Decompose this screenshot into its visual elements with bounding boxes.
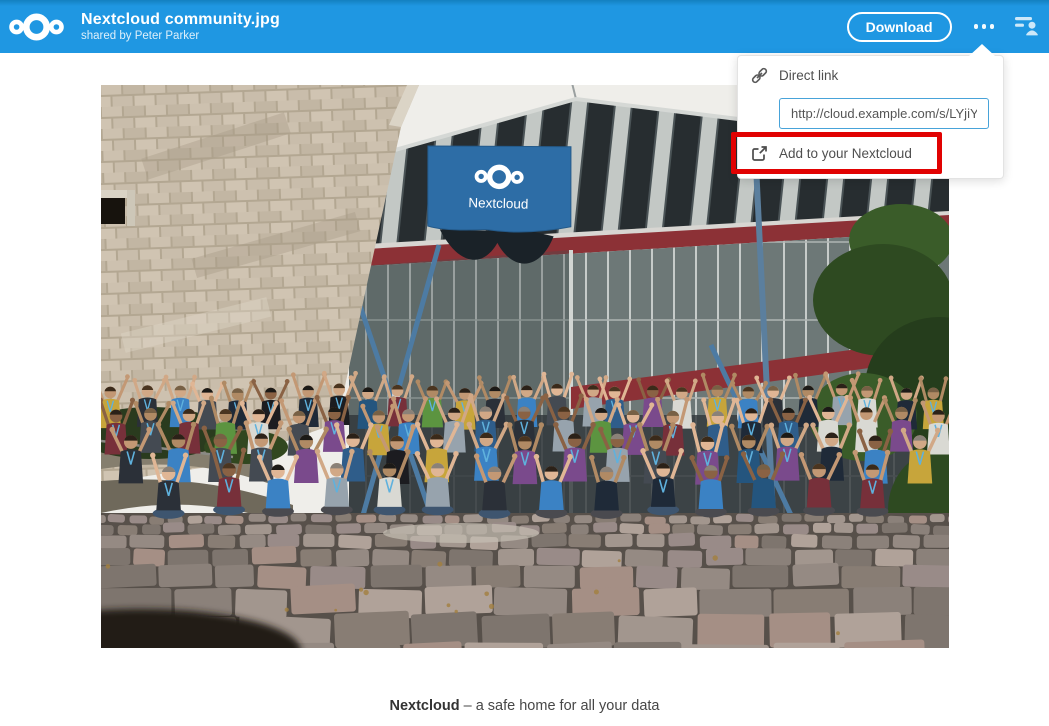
external-link-icon: [750, 144, 769, 163]
link-icon: [750, 66, 769, 85]
menu-item-add-to-nextcloud[interactable]: Add to your Nextcloud: [738, 132, 1003, 174]
footer-brand: Nextcloud: [390, 698, 460, 714]
file-title-block: Nextcloud community.jpg shared by Peter …: [81, 10, 280, 44]
share-details-icon: [1014, 13, 1040, 40]
app-header: Nextcloud community.jpg shared by Peter …: [0, 0, 1049, 53]
download-button[interactable]: Download: [847, 12, 952, 42]
details-sidebar-toggle-button[interactable]: [1012, 11, 1042, 42]
menu-item-direct-link[interactable]: Direct link: [738, 57, 1003, 94]
add-to-nextcloud-label: Add to your Nextcloud: [779, 146, 912, 161]
direct-link-input[interactable]: [779, 98, 989, 129]
nextcloud-logo-icon: [9, 10, 64, 44]
dot-icon: [974, 24, 979, 29]
banner-wordmark: Nextcloud: [468, 195, 528, 212]
footer-tagline-text: – a safe home for all your data: [464, 698, 660, 714]
direct-link-label: Direct link: [779, 68, 838, 83]
more-actions-button[interactable]: [968, 16, 1001, 37]
shared-by-label: shared by Peter Parker: [81, 30, 280, 44]
photo-cobblestones: [101, 513, 949, 648]
dot-icon: [982, 24, 987, 29]
dot-icon: [990, 24, 995, 29]
page-title: Nextcloud community.jpg: [81, 10, 280, 29]
footer-tagline: Nextcloud – a safe home for all your dat…: [0, 698, 1049, 714]
share-options-menu: Direct link Add to your Nextcloud: [737, 55, 1004, 179]
menu-arrow: [969, 44, 995, 56]
